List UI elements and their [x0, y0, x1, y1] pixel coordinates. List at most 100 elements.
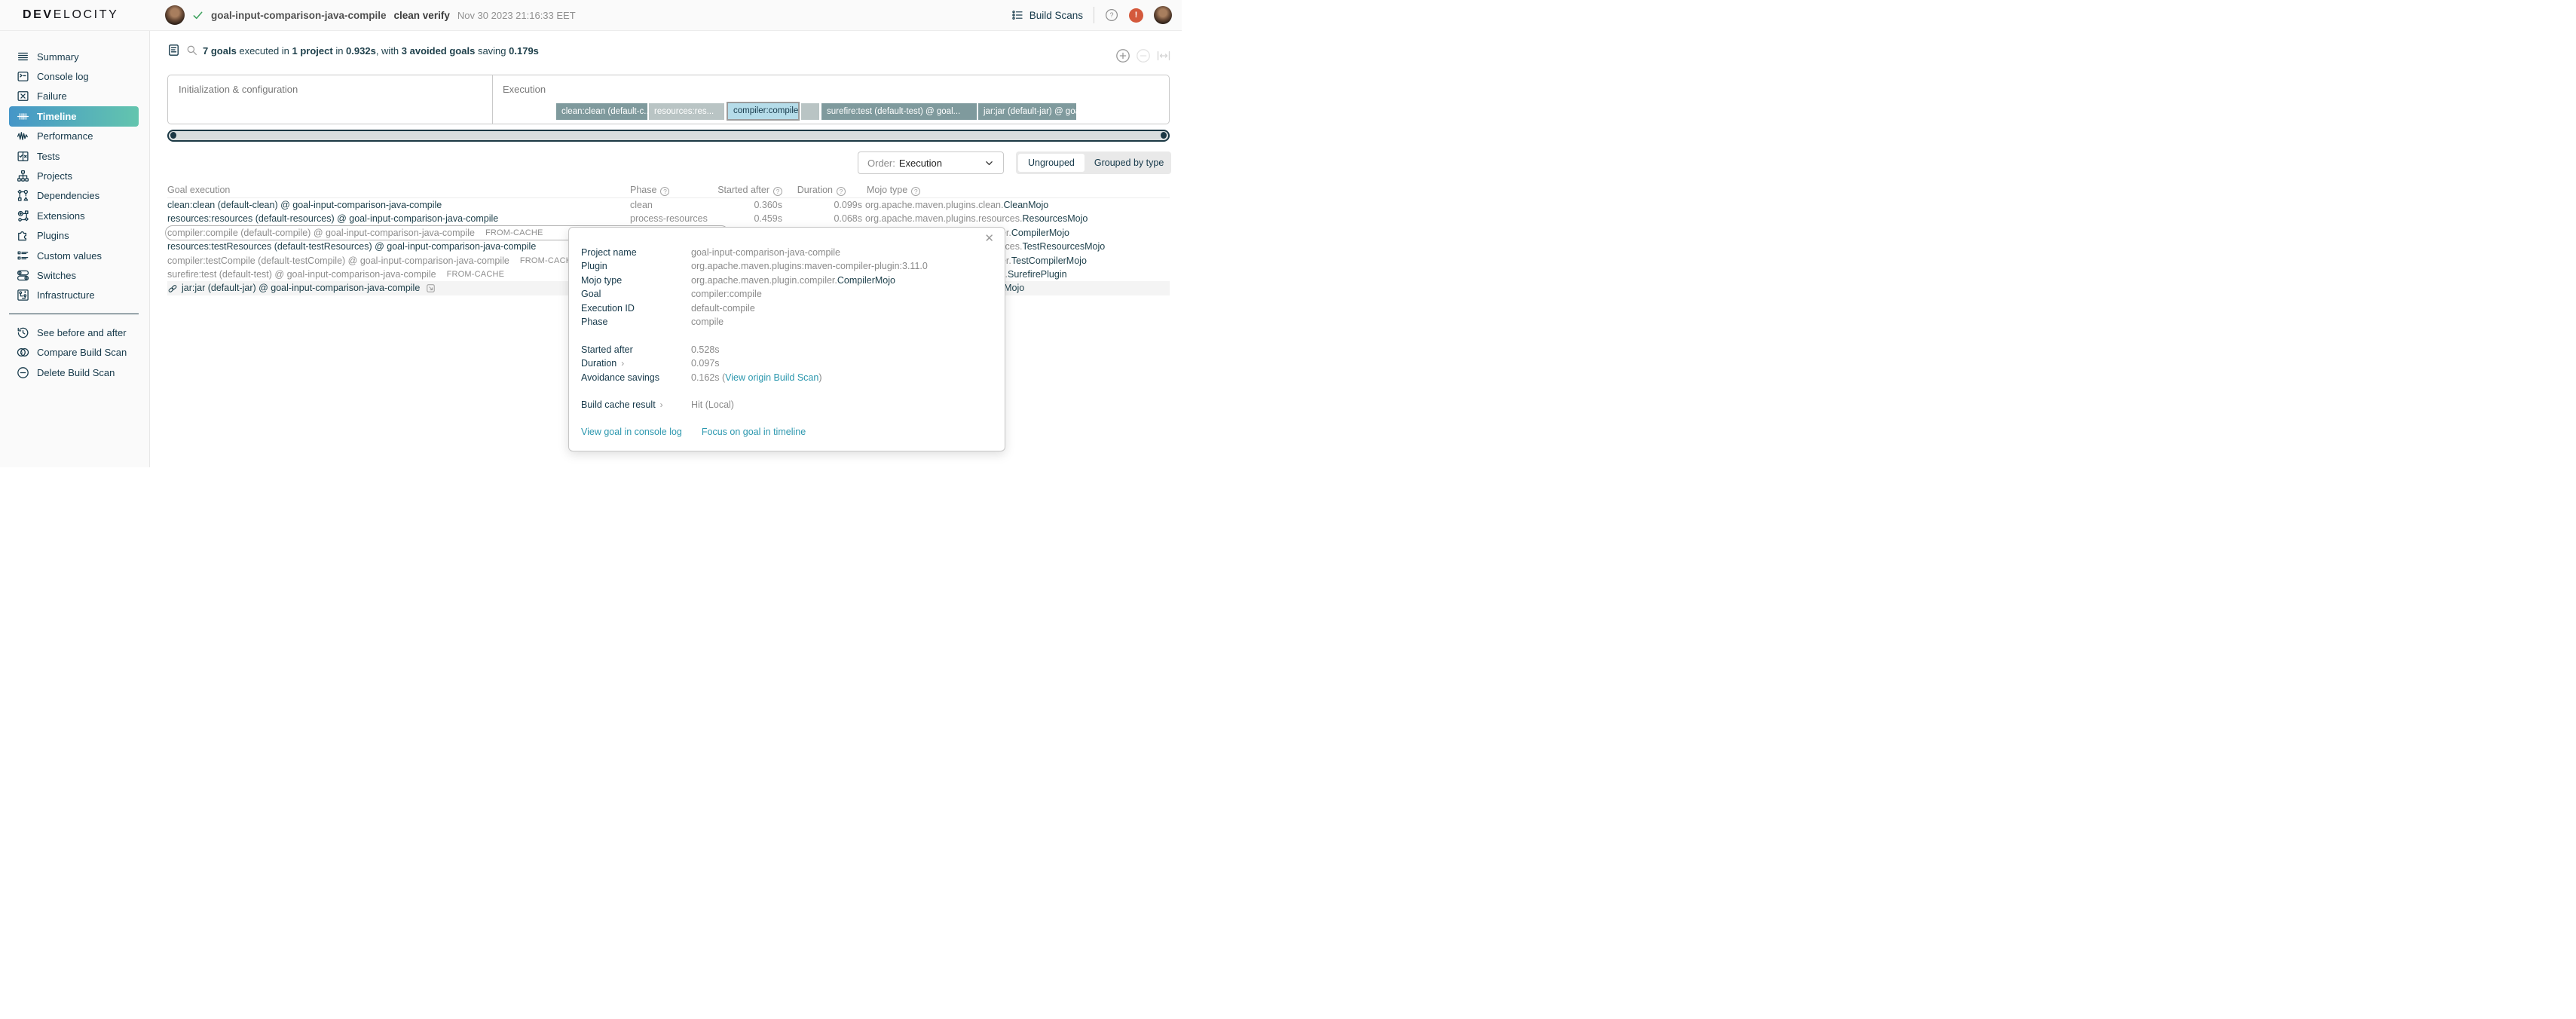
view-origin-build-scan-link[interactable]: View origin Build Scan [725, 372, 818, 383]
goal-cell: compiler:compile (default-compile) @ goa… [167, 226, 543, 240]
expand-icon[interactable] [426, 283, 436, 293]
goal-cell: resources:testResources (default-testRes… [167, 240, 536, 253]
sidebar-item-label: Custom values [37, 249, 102, 262]
goal-details-popover: ✕ Project name goal-input-comparison-java… [568, 227, 1005, 451]
goal-label: compiler:compile (default-compile) @ goa… [167, 227, 475, 238]
field-value: org.apache.maven.plugins:maven-compiler-… [691, 261, 928, 272]
sidebar-item-infrastructure[interactable]: Infrastructure [9, 286, 139, 305]
summary-segment: executed in [236, 45, 292, 57]
goal-cell: jar:jar (default-jar) @ goal-input-compa… [167, 281, 436, 295]
chevron-right-icon[interactable]: › [660, 399, 663, 410]
summary-segment: , with [375, 45, 402, 57]
build-scans-nav[interactable]: Build Scans [1011, 9, 1083, 21]
timeline-bar-compiler-compile[interactable]: compiler:compile (de... [727, 102, 800, 121]
field-label: Plugin [581, 261, 607, 272]
timeline-range-slider[interactable] [167, 130, 1170, 142]
topbar-right: Build Scans ? ! [1011, 0, 1172, 30]
sidebar-item-compare-build-scan[interactable]: A Compare Build Scan [9, 342, 139, 362]
sidebar-item-projects[interactable]: Projects [9, 166, 139, 185]
sidebar-item-switches[interactable]: Switches [9, 265, 139, 285]
field-label: Phase [581, 316, 608, 327]
ungrouped-button[interactable]: Ungrouped [1018, 154, 1085, 172]
sidebar-item-console-log[interactable]: Console log [9, 66, 139, 86]
sidebar-item-label: Console log [37, 71, 89, 83]
help-icon[interactable]: ? [1105, 8, 1118, 22]
help-icon[interactable]: ? [773, 187, 782, 196]
sidebar-item-summary[interactable]: Summary [9, 47, 139, 66]
zoom-out-icon[interactable] [1136, 48, 1151, 63]
alert-badge-icon[interactable]: ! [1129, 8, 1143, 23]
sidebar-item-plugins[interactable]: Plugins [9, 226, 139, 246]
sidebar-item-label: Compare Build Scan [37, 347, 127, 359]
sidebar-item-failure[interactable]: Failure [9, 87, 139, 106]
popover-field-phase: Phase compile [581, 315, 996, 329]
grouped-by-type-button[interactable]: Grouped by type [1085, 154, 1173, 172]
sidebar-item-performance[interactable]: Performance [9, 127, 139, 146]
chevron-right-icon[interactable]: › [621, 358, 624, 369]
field-value: Hit (Local) [691, 399, 734, 410]
help-icon[interactable]: ? [660, 187, 670, 196]
phase-exec-label: Execution [503, 84, 546, 95]
table-row[interactable]: resources:resources (default-resources) … [167, 212, 1170, 225]
view-goal-in-console-log-link[interactable]: View goal in console log [581, 427, 682, 437]
develocity-logo[interactable]: DEVELOCITY [23, 8, 118, 22]
timeline-bar-resources-res[interactable]: resources:res... [649, 103, 724, 120]
sidebar-item-label: Infrastructure [37, 289, 95, 301]
from-cache-badge: FROM-CACHE [446, 269, 505, 279]
goal-label: compiler:testCompile (default-testCompil… [167, 255, 509, 266]
profile-avatar[interactable] [1154, 6, 1172, 24]
search-icon[interactable] [186, 44, 197, 56]
help-icon[interactable]: ? [837, 187, 846, 196]
column-header-duration: Duration? [797, 185, 846, 196]
phase-divider [492, 75, 493, 124]
performance-icon [17, 130, 29, 142]
sidebar-item-see-before-and-after[interactable]: See before and after [9, 323, 139, 342]
build-name[interactable]: goal-input-comparison-java-compile [211, 10, 387, 21]
order-select[interactable]: Order: Execution [858, 151, 1004, 174]
summary-segment: saving [475, 45, 509, 57]
field-label: Avoidance savings [581, 372, 660, 383]
svg-text:?: ? [1109, 11, 1113, 19]
sidebar-item-tests[interactable]: Tests [9, 146, 139, 166]
slider-handle-right[interactable] [1161, 132, 1167, 139]
popover-section: Started after 0.528s Duration › 0.097s Avoida… [581, 343, 996, 384]
table-row[interactable]: clean:clean (default-clean) @ goal-input… [167, 198, 1170, 212]
field-value: org.apache.maven.plugin.compiler.Compile… [691, 274, 895, 286]
summary-segment: 0.179s [509, 45, 539, 57]
infrastructure-icon [17, 289, 29, 301]
popover-field-goal: Goal compiler:compile [581, 287, 996, 301]
timeline-bar-jar-jar[interactable]: jar:jar (default-jar) @ goal-in... [978, 103, 1076, 120]
field-value: compiler:compile [691, 289, 762, 300]
history-icon [17, 326, 29, 339]
goal-label: clean:clean (default-clean) @ goal-input… [167, 200, 442, 210]
zoom-in-icon[interactable] [1115, 48, 1130, 63]
timeline-bar[interactable] [801, 103, 819, 120]
sidebar-item-label: Performance [37, 130, 93, 142]
compare-icon: A [17, 346, 29, 359]
sidebar-item-delete-build-scan[interactable]: Delete Build Scan [9, 363, 139, 382]
close-icon[interactable]: ✕ [984, 231, 994, 245]
build-title-group: goal-input-comparison-java-compile clean… [165, 0, 576, 30]
field-value: 0.528s [691, 344, 720, 355]
timeline-icon [17, 110, 29, 123]
develocity-timeline-page: DEVELOCITY goal-input-comparison-java-co… [0, 0, 1182, 467]
fit-width-icon[interactable] [1156, 48, 1171, 63]
build-scans-label: Build Scans [1029, 9, 1083, 21]
success-check-icon [193, 11, 203, 19]
goal-cell: compiler:testCompile (default-testCompil… [167, 254, 577, 268]
popover-field-duration: Duration › 0.097s [581, 356, 996, 370]
help-icon[interactable]: ? [911, 187, 921, 196]
slider-handle-left[interactable] [170, 132, 176, 139]
sidebar-item-extensions[interactable]: Extensions [9, 206, 139, 225]
popover-footer-links: View goal in console log Focus on goal in… [581, 427, 806, 437]
timeline-bar-clean-clean[interactable]: clean:clean (default-c... [556, 103, 647, 120]
phase-init-label: Initialization & configuration [179, 84, 298, 95]
focus-on-goal-in-timeline-link[interactable]: Focus on goal in timeline [702, 427, 806, 437]
sidebar-item-timeline[interactable]: Timeline [9, 106, 139, 127]
mojo-type-cell: org.apache.maven.plugins.clean.CleanMojo [865, 200, 1049, 210]
timeline-bar-surefire-test[interactable]: surefire:test (default-test) @ goal... [821, 103, 977, 120]
sidebar-item-custom-values[interactable]: Custom values [9, 246, 139, 265]
sidebar-item-label: See before and after [37, 326, 127, 338]
goal-cell: resources:resources (default-resources) … [167, 212, 498, 225]
sidebar-item-dependencies[interactable]: Dependencies [9, 186, 139, 206]
